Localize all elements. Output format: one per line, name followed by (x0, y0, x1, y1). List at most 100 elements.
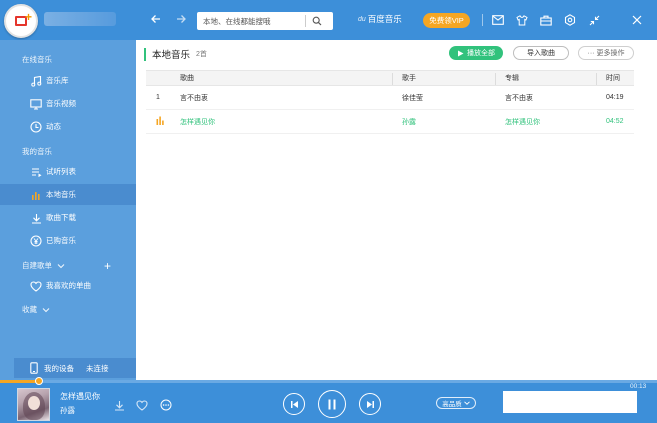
device-label: 我的设备 (44, 363, 74, 373)
section-custom-playlists[interactable]: 自建歌单 (22, 260, 65, 271)
heart-icon[interactable] (135, 398, 149, 412)
now-playing-title[interactable]: 怎样遇见你 (60, 391, 100, 402)
top-divider (482, 14, 483, 26)
top-bar: + du 百度音乐 免费领VIP (0, 0, 657, 40)
column-divider (596, 73, 597, 85)
user-account-area[interactable] (44, 12, 116, 26)
add-playlist-plus-icon[interactable]: + (104, 260, 111, 272)
page-header: 本地音乐 2首 (144, 46, 207, 62)
sidebar-item-label: 歌曲下载 (46, 213, 76, 222)
song-count: 2首 (196, 51, 207, 58)
tv-icon (29, 97, 43, 111)
row-duration: 04:52 (606, 118, 624, 125)
play-all-button[interactable]: 播放全部 (449, 46, 503, 60)
sidebar-item-local-music[interactable]: 本地音乐 (0, 184, 136, 205)
row-duration: 04:19 (606, 94, 624, 101)
mail-icon[interactable] (491, 13, 505, 27)
baidu-music-window: + du 百度音乐 免费领VIP (0, 0, 657, 423)
album-cover[interactable] (17, 388, 50, 421)
skin-shirt-icon[interactable] (515, 13, 529, 27)
table-row[interactable]: 1 言不由衷 徐佳莹 言不由衷 04:19 (146, 86, 634, 110)
next-icon (366, 400, 374, 408)
column-divider (495, 73, 496, 85)
blank-overlay-area (503, 391, 637, 413)
more-dots-icon: ··· (587, 49, 595, 57)
row-artist[interactable]: 徐佳莹 (402, 93, 423, 103)
sidebar-item-label: 本地音乐 (46, 190, 76, 199)
sidebar-item-music-library[interactable]: 音乐库 (0, 70, 136, 91)
previous-track-button[interactable] (283, 393, 305, 415)
heart-icon (29, 279, 43, 293)
chevron-down-icon (57, 263, 65, 268)
progress-handle[interactable] (35, 377, 43, 385)
close-icon[interactable] (630, 13, 644, 27)
sidebar-item-label: 动态 (46, 122, 61, 131)
mini-mode-icon[interactable] (587, 13, 601, 27)
section-online-music: 在线音乐 (22, 55, 52, 64)
logo-plus-icon: + (25, 10, 33, 24)
section-favorites[interactable]: 收藏 (22, 304, 50, 315)
more-operations-button[interactable]: ··· 更多操作 (578, 46, 634, 60)
brand: du 百度音乐 (358, 13, 402, 25)
sidebar-item-song-download[interactable]: 歌曲下载 (0, 207, 136, 228)
now-playing-artist[interactable]: 孙露 (60, 405, 75, 416)
pause-button[interactable] (318, 390, 346, 418)
import-songs-button[interactable]: 导入歌曲 (513, 46, 569, 60)
search-input[interactable] (197, 13, 305, 29)
column-header-artist[interactable]: 歌手 (402, 73, 416, 83)
sidebar-item-label: 试听列表 (46, 167, 76, 176)
download-icon[interactable] (112, 398, 126, 412)
back-arrow-icon[interactable] (148, 12, 164, 28)
column-header-song[interactable]: 歌曲 (180, 73, 194, 83)
row-artist[interactable]: 孙露 (402, 117, 416, 127)
forward-arrow-icon[interactable] (173, 12, 189, 28)
row-song-name[interactable]: 怎样遇见你 (180, 117, 215, 127)
toolbox-icon[interactable] (539, 13, 553, 27)
bars-icon (29, 188, 43, 202)
more-options-icon[interactable] (159, 398, 173, 412)
dynamic-icon (29, 120, 43, 134)
more-operations-label: 更多操作 (596, 50, 625, 57)
column-header-time[interactable]: 时间 (606, 73, 620, 83)
sidebar-item-trial-list[interactable]: 试听列表 (0, 161, 136, 182)
play-icon (458, 50, 464, 56)
row-album[interactable]: 言不由衷 (505, 93, 533, 103)
player-bar: 00:13 怎样遇见你 孙露 高品质 (0, 377, 657, 423)
chevron-down-icon (42, 307, 50, 312)
row-index: 1 (156, 94, 160, 101)
sidebar-item-music-video[interactable]: 音乐视频 (0, 93, 136, 114)
elapsed-time: 00:13 (630, 383, 647, 390)
next-track-button[interactable] (359, 393, 381, 415)
brand-name: 百度音乐 (367, 14, 402, 24)
progress-slider[interactable] (0, 377, 657, 385)
progress-fill (0, 380, 39, 383)
my-device-bar[interactable]: 我的设备 未连接 (14, 358, 136, 378)
sidebar-item-label: 音乐库 (46, 76, 69, 85)
pause-icon (328, 399, 336, 409)
sidebar-item-liked-songs[interactable]: 我喜欢的单曲 (0, 275, 136, 296)
now-playing-bars-icon (156, 116, 166, 127)
sidebar-item-purchased-music[interactable]: 已购音乐 (0, 230, 136, 251)
app-logo[interactable]: + (0, 0, 44, 40)
column-header-album[interactable]: 专辑 (505, 73, 519, 83)
play-all-label: 播放全部 (467, 50, 495, 57)
search-icon[interactable] (306, 13, 328, 29)
sidebar-item-dynamic[interactable]: 动态 (0, 116, 136, 137)
sidebar-item-label: 已购音乐 (46, 236, 76, 245)
quality-label: 高品质 (442, 401, 462, 408)
table-header: 歌曲 歌手 专辑 时间 (146, 70, 634, 86)
sidebar: 在线音乐 音乐库 音乐视频 动态 我的音乐 试听列表 本地音乐 歌曲下载 已购音… (0, 40, 136, 380)
download-icon (29, 211, 43, 225)
page-title: 本地音乐 (152, 50, 191, 61)
row-song-name[interactable]: 言不由衷 (180, 93, 208, 103)
previous-icon (290, 400, 298, 408)
settings-gear-icon[interactable] (563, 13, 577, 27)
free-vip-button[interactable]: 免费领VIP (423, 13, 470, 28)
quality-selector[interactable]: 高品质 (436, 397, 476, 409)
section-fav-label: 收藏 (22, 305, 37, 314)
chevron-down-icon (463, 401, 470, 405)
music-note-icon (29, 74, 43, 88)
table-row-playing[interactable]: 怎样遇见你 孙露 怎样遇见你 04:52 (146, 110, 634, 134)
song-table: 歌曲 歌手 专辑 时间 1 言不由衷 徐佳莹 言不由衷 04:19 怎样遇见你 (146, 70, 634, 134)
row-album[interactable]: 怎样遇见你 (505, 117, 540, 127)
